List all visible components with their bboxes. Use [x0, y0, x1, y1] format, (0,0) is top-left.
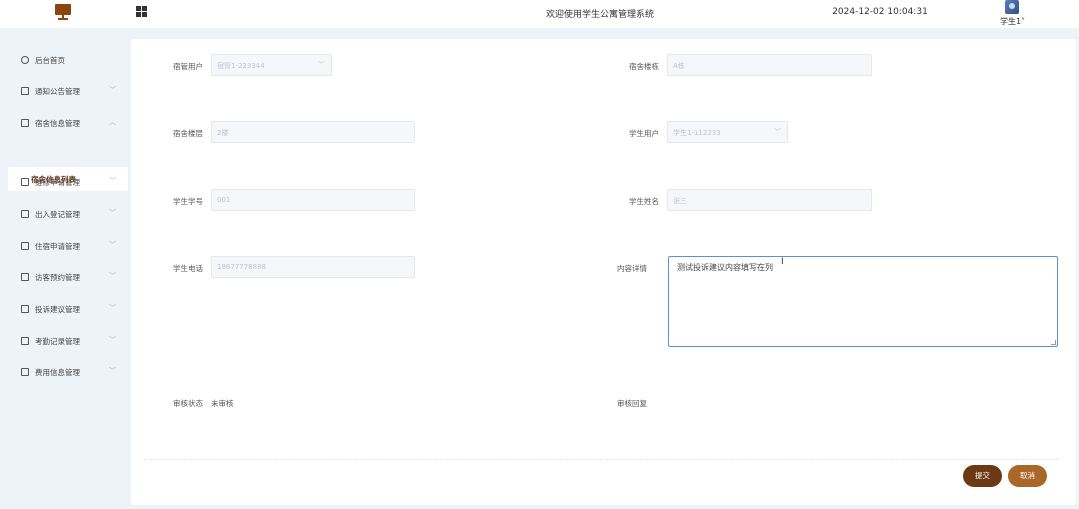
- content-label: 内容详情: [617, 264, 647, 273]
- content-value: 测试投诉建议内容填写在列: [677, 263, 773, 272]
- resize-handle-icon[interactable]: [1051, 340, 1056, 345]
- dorm-user-label: 宿管用户: [173, 62, 203, 71]
- sidebar-item-label: 出入登记管理: [35, 210, 80, 219]
- avatar[interactable]: [1005, 0, 1019, 14]
- sidebar-item-home[interactable]: 后台首页: [0, 49, 128, 71]
- list-icon: [21, 305, 29, 313]
- chevron-down-icon: ﹀: [109, 336, 116, 344]
- dorm-floor-label: 宿舍楼层: [173, 129, 203, 138]
- student-name-input[interactable]: 张三: [667, 189, 872, 211]
- list-icon: [21, 178, 29, 186]
- sidebar-item-label: 费用信息管理: [35, 368, 80, 377]
- chevron-down-icon: ﹀: [109, 304, 116, 312]
- user-menu[interactable]: 学生1˅: [998, 0, 1038, 28]
- student-id-label: 学生学号: [173, 197, 203, 206]
- list-icon: [21, 119, 29, 127]
- menu-toggle-grid-icon[interactable]: [136, 6, 147, 17]
- chevron-up-icon: ︿: [109, 118, 116, 126]
- sidebar-item-label: 通知公告管理: [35, 87, 80, 96]
- dorm-user-select[interactable]: 宿管1-223344 ﹀: [211, 54, 332, 76]
- content-textarea[interactable]: 测试投诉建议内容填写在列: [668, 256, 1058, 347]
- sidebar-item-label: 后台首页: [35, 56, 65, 65]
- chevron-down-icon: ﹀: [109, 177, 116, 185]
- current-datetime: 2024-12-02 10:04:31: [832, 7, 928, 17]
- dorm-user-value: 宿管1-223344: [217, 62, 265, 70]
- list-icon: [21, 273, 29, 281]
- clock-icon: [21, 56, 29, 64]
- sidebar-item-repair[interactable]: 维修申请管理 ﹀: [0, 171, 128, 193]
- list-icon: [21, 87, 29, 95]
- form-panel: 宿管用户 宿管1-223344 ﹀ 宿舍楼栋 A栋 宿舍楼层 2楼 学生用户 学…: [131, 39, 1076, 505]
- sidebar-item-attendance[interactable]: 考勤记录管理 ﹀: [0, 330, 128, 352]
- chevron-down-icon: ﹀: [318, 61, 325, 69]
- student-user-select[interactable]: 学生1-112233 ﹀: [667, 121, 788, 143]
- sidebar-item-label: 投诉建议管理: [35, 305, 80, 314]
- sidebar: 后台首页 通知公告管理 ﹀ 宿舍信息管理 ︿ 宿舍信息列表 维修申请管理 ﹀ 出…: [0, 28, 128, 509]
- sidebar-item-lodging[interactable]: 住宿申请管理 ﹀: [0, 235, 128, 257]
- welcome-text: 欢迎使用学生公寓管理系统: [545, 10, 654, 20]
- sidebar-item-dorm-info[interactable]: 宿舍信息管理 ︿: [0, 112, 128, 134]
- text-cursor-icon: I: [781, 257, 784, 267]
- sidebar-item-visitor[interactable]: 访客预约管理 ﹀: [0, 266, 128, 288]
- review-status-value: 未审核: [211, 399, 234, 408]
- review-reply-label: 审核回复: [617, 399, 647, 408]
- sidebar-item-label: 宿舍信息管理: [35, 119, 80, 128]
- sidebar-item-complaint[interactable]: 投诉建议管理 ﹀: [0, 298, 128, 320]
- monitor-logo-icon: [55, 4, 71, 20]
- list-icon: [21, 337, 29, 345]
- dorm-building-label: 宿舍楼栋: [629, 62, 659, 71]
- sidebar-item-access-log[interactable]: 出入登记管理 ﹀: [0, 203, 128, 225]
- sidebar-item-notice[interactable]: 通知公告管理 ﹀: [0, 80, 128, 102]
- sidebar-item-label: 住宿申请管理: [35, 242, 80, 251]
- student-user-label: 学生用户: [629, 129, 659, 138]
- chevron-down-icon: ﹀: [774, 128, 781, 136]
- chevron-down-icon: ﹀: [109, 367, 116, 375]
- chevron-down-icon: ﹀: [109, 209, 116, 217]
- student-phone-input[interactable]: 18677778888: [211, 256, 415, 278]
- dorm-building-input[interactable]: A栋: [667, 54, 872, 76]
- student-user-value: 学生1-112233: [673, 129, 721, 137]
- list-icon: [21, 210, 29, 218]
- list-icon: [21, 242, 29, 250]
- chevron-down-icon: ﹀: [109, 86, 116, 94]
- sidebar-item-label: 考勤记录管理: [35, 337, 80, 346]
- sidebar-item-label: 访客预约管理: [35, 273, 80, 282]
- student-phone-label: 学生电话: [173, 264, 203, 273]
- student-id-input[interactable]: 001: [211, 189, 415, 211]
- dorm-floor-input[interactable]: 2楼: [211, 121, 415, 143]
- chevron-down-icon: ﹀: [109, 272, 116, 280]
- student-name-label: 学生姓名: [629, 197, 659, 206]
- review-status-label: 审核状态: [173, 399, 203, 408]
- cancel-button[interactable]: 取消: [1008, 465, 1047, 487]
- top-header: 欢迎使用学生公寓管理系统 2024-12-02 10:04:31 学生1˅: [0, 0, 1079, 28]
- submit-button[interactable]: 提交: [963, 465, 1002, 487]
- sidebar-item-fees[interactable]: 费用信息管理 ﹀: [0, 361, 128, 383]
- list-icon: [21, 368, 29, 376]
- user-name[interactable]: 学生1˅: [1000, 16, 1025, 27]
- sidebar-item-label: 维修申请管理: [35, 178, 80, 187]
- divider: [144, 459, 1059, 460]
- chevron-down-icon: ﹀: [109, 241, 116, 249]
